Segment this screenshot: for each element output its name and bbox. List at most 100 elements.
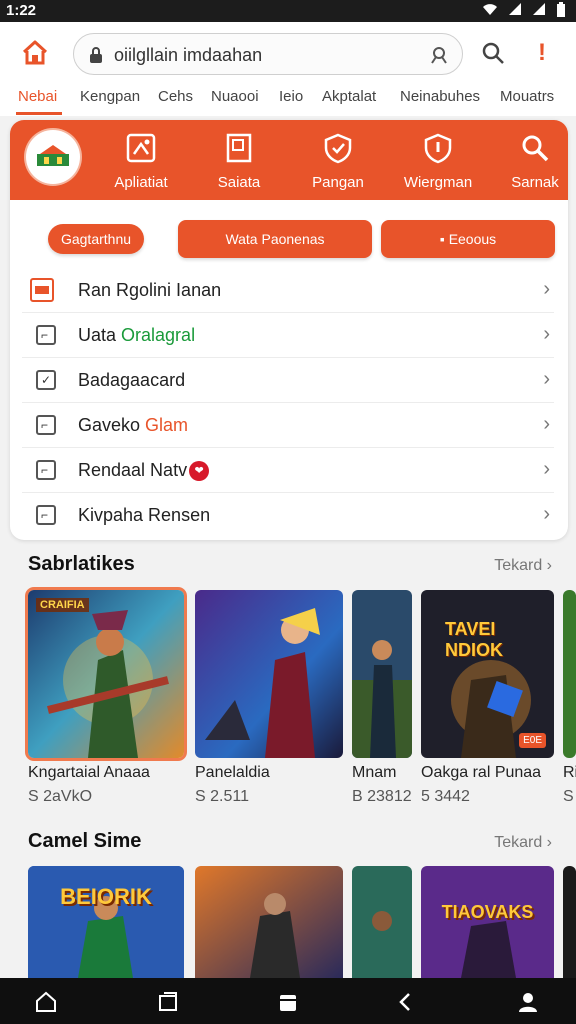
game-title: Oakga ral Punaa (421, 764, 542, 781)
store-nav-icon[interactable] (276, 990, 300, 1014)
tab-akptalat[interactable]: Akptalat (322, 88, 376, 105)
store-logo[interactable] (26, 130, 80, 184)
home-icon[interactable] (20, 38, 50, 68)
battery-icon (557, 2, 565, 17)
checkbox-icon[interactable] (30, 278, 54, 302)
chevron-right-icon: › (543, 278, 550, 300)
game-caption: BEIORIK (60, 884, 152, 909)
checkbox-icon[interactable]: ⌐ (36, 325, 56, 345)
checkbox-icon[interactable]: ✓ (36, 370, 56, 390)
category-label: Pangan (312, 174, 364, 191)
checkbox-icon[interactable]: ⌐ (36, 505, 56, 525)
category-pangan[interactable]: Pangan (293, 132, 383, 191)
game-art-image (352, 590, 412, 758)
list-item-label: Gaveko Glam (78, 415, 189, 435)
category-label: Saiata (217, 174, 261, 191)
game-price: S 2.511 (195, 788, 249, 805)
tab-cehs[interactable]: Cehs (158, 88, 193, 105)
search-icon (522, 135, 549, 162)
game-art-image (28, 590, 184, 758)
list-item[interactable]: ⌐ Gaveko Glam › (22, 403, 554, 448)
game-tile[interactable] (563, 866, 576, 978)
category-label: Wiergman (403, 174, 473, 191)
game-price: B 23812 (352, 788, 412, 805)
game-tile[interactable] (352, 590, 412, 758)
filter-pill-tertiary[interactable]: ▪ Eeoous (381, 220, 555, 258)
checkbox-icon[interactable]: ⌐ (36, 460, 56, 480)
share-icon[interactable] (428, 44, 450, 66)
chevron-right-icon: › (543, 368, 550, 390)
main-card: Apliatiat Saiata Pangan Wiergman Sarnak … (10, 120, 568, 540)
tag-icon: ▪ (439, 231, 449, 247)
list-item[interactable]: ⌐ Kivpaha Rensen › (22, 493, 554, 538)
tab-ieio[interactable]: Ieio (279, 88, 303, 105)
search-icon[interactable] (480, 40, 506, 66)
game-price: S 2aVkO (28, 788, 93, 805)
game-tile[interactable]: TAVEI NDIOK E0E (421, 590, 554, 758)
active-tab-indicator (16, 112, 62, 115)
status-bar: 1:22 (0, 0, 576, 22)
game-tile[interactable]: CRAIFIA (28, 590, 184, 758)
game-tile[interactable] (195, 590, 343, 758)
chevron-right-icon: › (543, 458, 550, 480)
section-more-link[interactable]: Tekard › (494, 834, 552, 852)
game-tile[interactable] (352, 866, 412, 978)
game-title: Ri (563, 764, 576, 781)
profile-icon[interactable] (516, 990, 540, 1014)
signal-icon (509, 3, 521, 15)
category-header: Apliatiat Saiata Pangan Wiergman Sarnak (10, 120, 568, 200)
checkbox-icon[interactable]: ⌐ (36, 415, 56, 435)
game-title: Panelaldia (195, 764, 270, 781)
tab-nebai[interactable]: Nebai (18, 88, 57, 105)
tab-neinabuhes[interactable]: Neinabuhes (400, 88, 480, 105)
category-wiergman[interactable]: Wiergman (393, 132, 483, 191)
game-art-image (195, 866, 343, 978)
search-value: oiilgllain imdaahan (114, 45, 263, 65)
category-label: Sarnak (511, 174, 559, 191)
game-price: S (563, 788, 574, 805)
game-art-image (28, 866, 184, 978)
book-icon (226, 133, 252, 163)
search-input[interactable]: oiilgllain imdaahan (73, 33, 463, 75)
tab-kengpan[interactable]: Kengpan (80, 88, 140, 105)
shield-icon (424, 133, 452, 164)
heart-badge-icon: ❤ (189, 461, 210, 481)
filter-pill-secondary[interactable]: Wata Paonenas (178, 220, 372, 258)
chevron-right-icon: › (543, 413, 550, 435)
game-caption: CRAIFIA (36, 598, 89, 612)
game-tile[interactable]: TIAOVAKS (421, 866, 554, 978)
tab-mouatrs[interactable]: Mouatrs (500, 88, 554, 105)
category-saiata[interactable]: Saiata (194, 132, 284, 191)
list-item[interactable]: Ran Rgolini Ianan › (22, 268, 554, 313)
game-caption: TAVEI NDIOK (445, 619, 503, 660)
shield-star-icon (324, 133, 352, 164)
nav-tabs: Nebai Kengpan Cehs Nuaooi Ieio Akptalat … (0, 84, 576, 116)
list-item[interactable]: ⌐ Rendaal Natv ❤ › (22, 448, 554, 493)
section-title: Camel Sime (28, 830, 142, 852)
recent-apps-icon[interactable] (156, 990, 180, 1014)
list-item[interactable]: ✓ Badagaacard › (22, 358, 554, 403)
game-art-image (563, 866, 576, 978)
list-item-label: Kivpaha Rensen (78, 505, 211, 525)
filter-pill-label: Eeoous (448, 231, 497, 247)
status-icons (482, 2, 566, 18)
game-tile[interactable]: BEIORIK (28, 866, 184, 978)
home-nav-icon[interactable] (34, 990, 58, 1014)
list-item[interactable]: ⌐ Uata Oralagral › (22, 313, 554, 358)
filter-pill-primary[interactable]: Gagtarthnu (48, 224, 144, 254)
game-tile[interactable] (563, 590, 576, 758)
category-apliatiat[interactable]: Apliatiat (96, 132, 186, 191)
game-art-image (195, 590, 343, 758)
game-tile[interactable] (195, 866, 343, 978)
list-item-label: Rendaal Natv ❤ (78, 460, 210, 481)
category-sarnak[interactable]: Sarnak (490, 132, 568, 191)
section-more-link[interactable]: Tekard › (494, 557, 552, 575)
tab-nuaooi[interactable]: Nuaooi (211, 88, 259, 105)
list-item-label: Ran Rgolini Ianan (78, 280, 222, 300)
game-art-image (352, 866, 412, 978)
game-badge: E0E (519, 733, 546, 748)
back-icon[interactable] (394, 990, 418, 1014)
bottom-navigation (0, 978, 576, 1024)
alert-icon[interactable]: ! (532, 40, 552, 68)
category-label: Apliatiat (114, 174, 168, 191)
